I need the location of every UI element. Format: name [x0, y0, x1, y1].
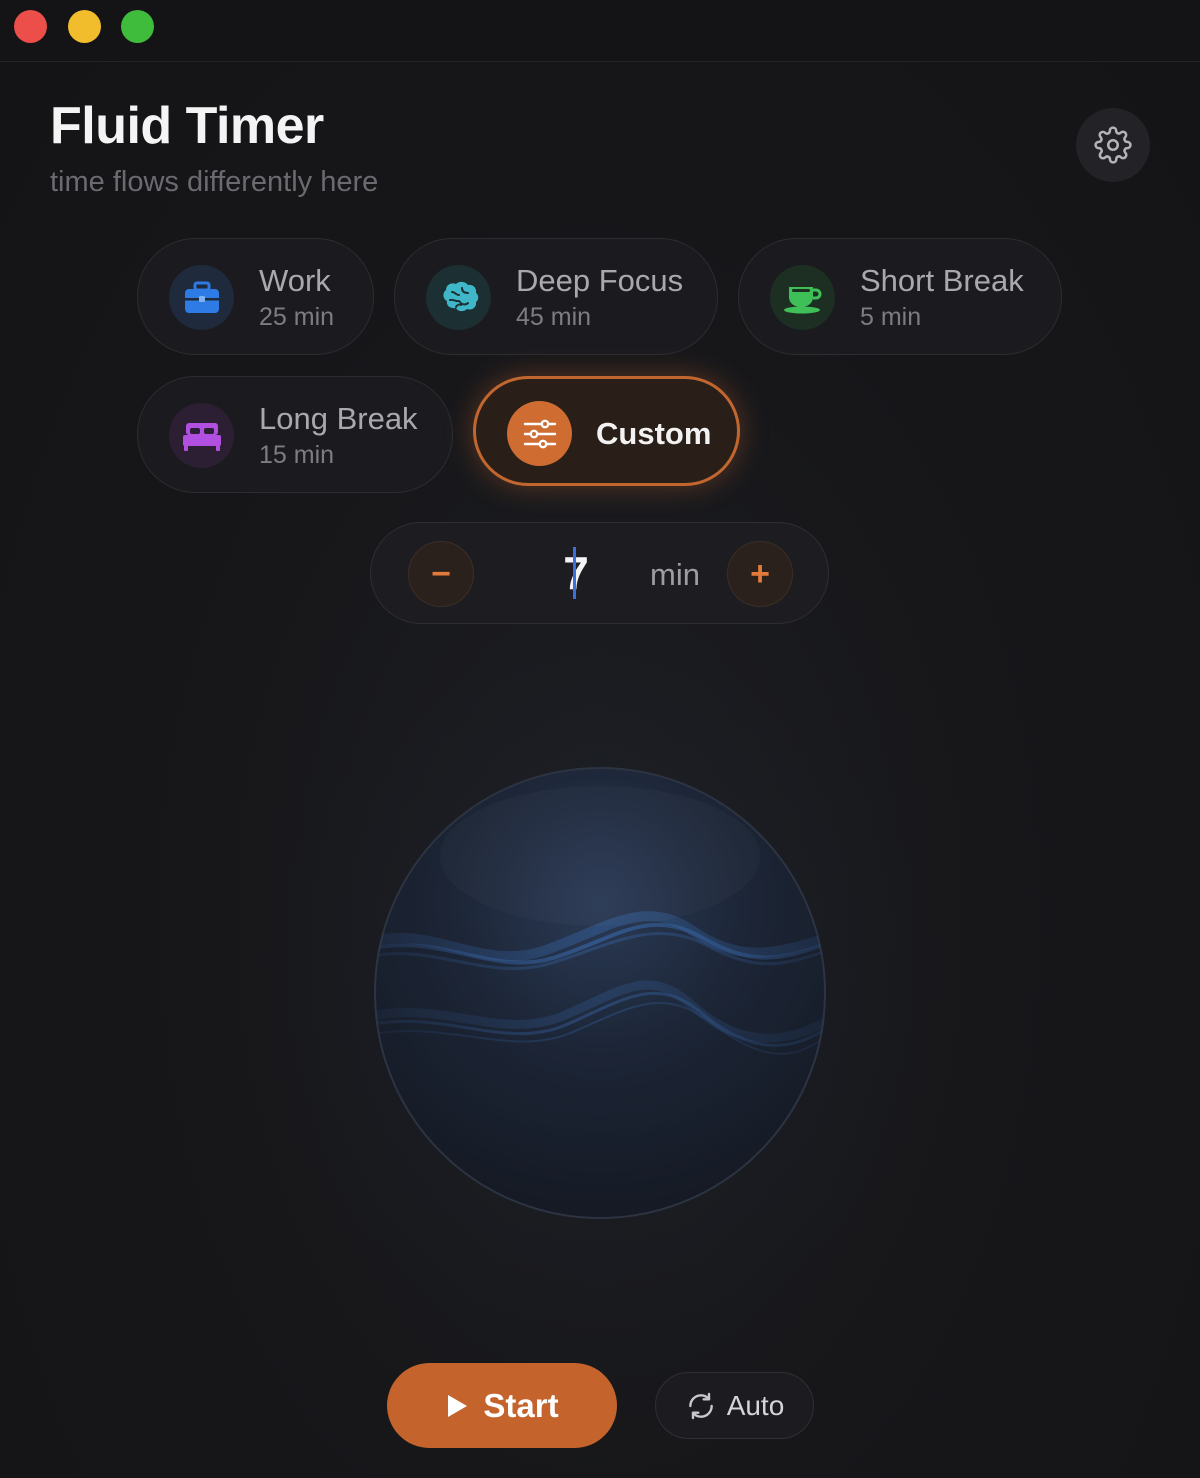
duration-unit: min: [650, 557, 700, 592]
brain-icon: [442, 281, 478, 311]
gear-icon: [1094, 126, 1132, 164]
preset-long-break[interactable]: Long Break 15 min: [137, 376, 453, 493]
preset-name: Custom: [596, 416, 712, 451]
preset-duration: 45 min: [516, 303, 592, 331]
preset-deep-focus-icon-wrap: [426, 265, 491, 330]
auto-button[interactable]: Auto: [655, 1372, 814, 1439]
preset-work-icon-wrap: [169, 265, 234, 330]
preset-name: Short Break: [860, 263, 1024, 298]
text-caret: [573, 547, 576, 599]
bed-icon: [182, 422, 221, 451]
auto-button-label: Auto: [726, 1389, 785, 1421]
zoom-window-button[interactable]: [121, 10, 154, 43]
preset-deep-focus[interactable]: Deep Focus 45 min: [394, 238, 718, 355]
app-subtitle: time flows differently here: [50, 166, 379, 198]
app-title: Fluid Timer: [50, 97, 324, 155]
preset-short-break-icon-wrap: [770, 265, 835, 330]
fluid-orb: [374, 767, 826, 1219]
refresh-icon: [688, 1392, 713, 1419]
close-window-button[interactable]: [14, 10, 47, 43]
settings-button[interactable]: [1076, 108, 1150, 182]
increment-button[interactable]: +: [727, 541, 793, 607]
decrement-button[interactable]: −: [408, 541, 474, 607]
briefcase-icon: [184, 281, 219, 313]
preset-name: Long Break: [259, 401, 418, 436]
preset-work[interactable]: Work 25 min: [137, 238, 374, 355]
preset-name: Deep Focus: [516, 263, 684, 298]
duration-input[interactable]: [521, 545, 631, 601]
coffee-cup-icon: [783, 286, 821, 313]
app-window: Fluid Timer time flows differently here …: [0, 0, 1200, 1478]
sliders-icon: [523, 419, 556, 448]
title-bar: [0, 0, 1200, 62]
preset-duration: 15 min: [259, 441, 335, 469]
preset-custom[interactable]: Custom: [473, 376, 740, 486]
play-icon: [448, 1394, 468, 1417]
preset-short-break[interactable]: Short Break 5 min: [738, 238, 1062, 355]
preset-custom-icon-wrap: [507, 401, 572, 466]
start-button[interactable]: Start: [387, 1363, 617, 1448]
preset-name: Work: [259, 263, 331, 298]
preset-duration: 5 min: [860, 303, 922, 331]
minimize-window-button[interactable]: [68, 10, 101, 43]
custom-duration-stepper: − min +: [370, 522, 829, 624]
preset-long-break-icon-wrap: [169, 403, 234, 468]
start-button-label: Start: [483, 1386, 559, 1424]
preset-duration: 25 min: [259, 303, 335, 331]
